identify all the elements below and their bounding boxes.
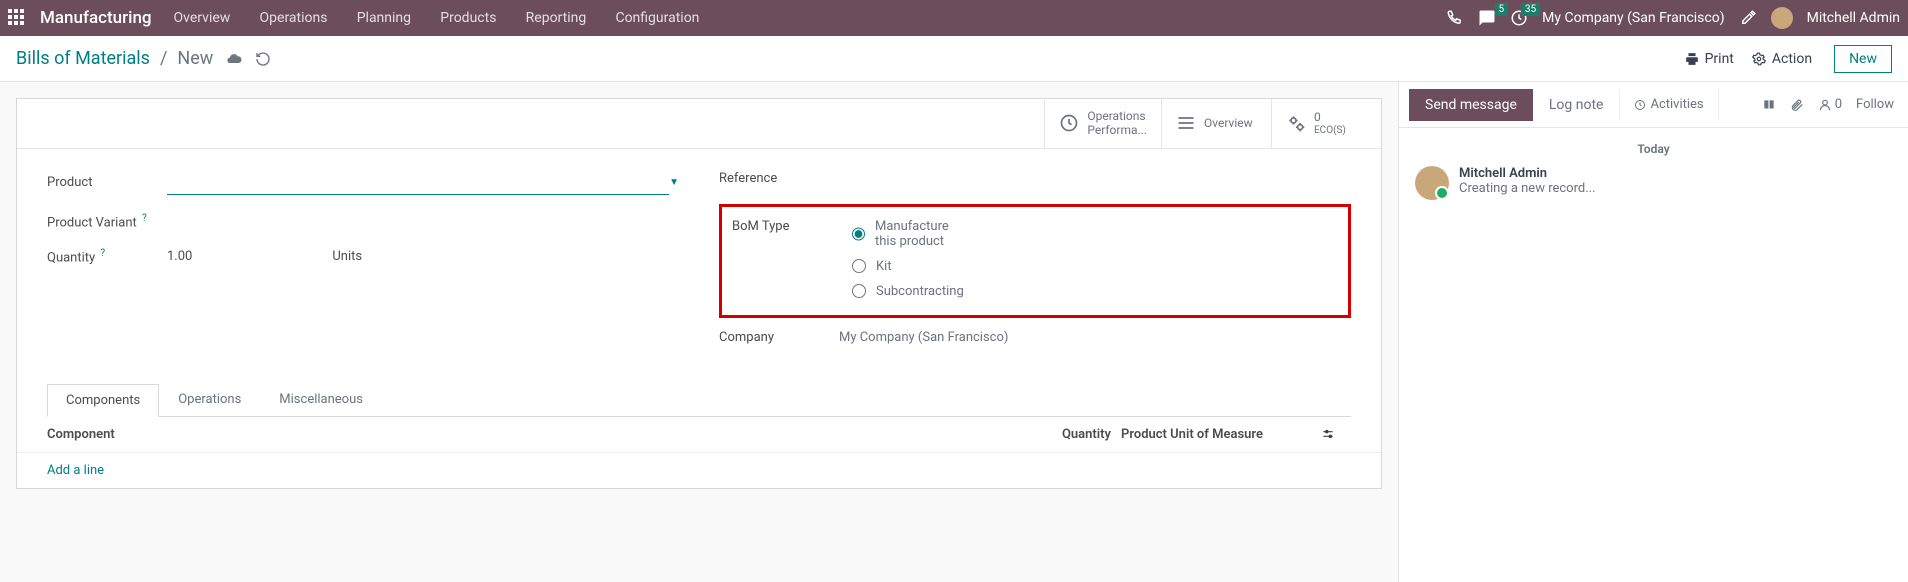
- apps-icon[interactable]: [8, 9, 26, 27]
- label-reference: Reference: [719, 171, 839, 186]
- add-line[interactable]: Add a line: [17, 453, 1381, 488]
- followers-count: 0: [1835, 97, 1842, 112]
- radio-subcontracting[interactable]: Subcontracting: [852, 284, 972, 299]
- components-table-head: Component Quantity Product Unit of Measu…: [17, 417, 1381, 453]
- form-card: Operations Performa... Overview 0: [16, 98, 1382, 489]
- label-company: Company: [719, 330, 839, 345]
- messages-badge: 5: [1495, 3, 1509, 16]
- stat-ecos-count: 0: [1314, 110, 1346, 124]
- app-name: Manufacturing: [40, 8, 152, 28]
- col-component: Component: [47, 427, 1041, 442]
- stat-ecos[interactable]: 0 ECO(S): [1271, 99, 1381, 148]
- follow-button[interactable]: Follow: [1856, 97, 1894, 112]
- radio-kit-input[interactable]: [852, 259, 866, 273]
- attachment-icon[interactable]: [1790, 98, 1804, 112]
- stat-operations-l1: Operations: [1087, 109, 1147, 123]
- nav-configuration[interactable]: Configuration: [615, 10, 699, 26]
- radio-subcontracting-input[interactable]: [852, 284, 866, 298]
- chatter-message: Mitchell Admin Creating a new record...: [1415, 166, 1892, 200]
- label-bom-type: BoM Type: [732, 213, 852, 234]
- crumb-root[interactable]: Bills of Materials: [16, 48, 150, 69]
- crumb-current: New: [177, 48, 213, 69]
- radio-subcontracting-label: Subcontracting: [876, 284, 964, 299]
- user-avatar[interactable]: [1771, 7, 1793, 29]
- action-label: Action: [1772, 51, 1812, 67]
- message-author: Mitchell Admin: [1459, 166, 1596, 181]
- activities-icon[interactable]: 35: [1510, 9, 1528, 27]
- print-label: Print: [1705, 51, 1734, 67]
- phone-icon[interactable]: [1446, 9, 1464, 27]
- nav-reporting[interactable]: Reporting: [526, 10, 587, 26]
- new-button[interactable]: New: [1834, 45, 1892, 73]
- optional-columns-icon[interactable]: [1321, 427, 1351, 441]
- followers-button[interactable]: 0: [1818, 97, 1842, 112]
- control-toolbar: Bills of Materials / New Print Action Ne…: [0, 36, 1908, 82]
- quantity-unit[interactable]: Units: [332, 249, 362, 264]
- user-name[interactable]: Mitchell Admin: [1807, 10, 1900, 26]
- top-navbar: Manufacturing Overview Operations Planni…: [0, 0, 1908, 36]
- activities-button[interactable]: Activities: [1619, 89, 1718, 120]
- tab-operations[interactable]: Operations: [159, 383, 260, 416]
- company-value[interactable]: My Company (San Francisco): [839, 330, 1008, 345]
- print-button[interactable]: Print: [1685, 51, 1734, 67]
- product-input[interactable]: [167, 171, 669, 195]
- book-icon[interactable]: [1762, 98, 1776, 112]
- bars-icon: [1176, 113, 1196, 133]
- discard-icon[interactable]: [255, 51, 271, 67]
- label-quantity: Quantity: [47, 250, 95, 265]
- crumb-separator: /: [160, 48, 167, 69]
- main-nav: Overview Operations Planning Products Re…: [174, 10, 726, 26]
- clock-icon: [1059, 113, 1079, 133]
- send-message-button[interactable]: Send message: [1409, 89, 1533, 121]
- tools-icon[interactable]: [1739, 9, 1757, 27]
- quantity-value[interactable]: 1.00: [167, 249, 192, 264]
- cloud-save-icon[interactable]: [225, 51, 243, 67]
- message-avatar: [1415, 166, 1449, 200]
- radio-manufacture-label: Manufacture this product: [875, 219, 972, 249]
- nav-planning[interactable]: Planning: [357, 10, 411, 26]
- radio-kit[interactable]: Kit: [852, 259, 972, 274]
- nav-overview[interactable]: Overview: [174, 10, 231, 26]
- log-note-button[interactable]: Log note: [1533, 89, 1620, 121]
- label-product: Product: [47, 175, 167, 190]
- tab-components[interactable]: Components: [47, 384, 159, 417]
- gears-icon: [1286, 113, 1306, 133]
- help-variant[interactable]: ?: [142, 213, 147, 224]
- tab-misc[interactable]: Miscellaneous: [260, 383, 382, 416]
- company-selector[interactable]: My Company (San Francisco): [1542, 10, 1724, 26]
- col-quantity: Quantity: [1041, 427, 1111, 442]
- nav-operations[interactable]: Operations: [260, 10, 328, 26]
- nav-products[interactable]: Products: [440, 10, 496, 26]
- radio-manufacture[interactable]: Manufacture this product: [852, 219, 972, 249]
- radio-manufacture-input[interactable]: [852, 227, 865, 241]
- col-uom: Product Unit of Measure: [1121, 427, 1321, 442]
- activities-badge: 35: [1521, 3, 1540, 16]
- chatter-date: Today: [1415, 142, 1892, 156]
- messages-icon[interactable]: 5: [1478, 9, 1496, 27]
- stat-operations-l2: Performa...: [1087, 123, 1147, 137]
- message-text: Creating a new record...: [1459, 181, 1596, 196]
- bom-type-highlight: BoM Type Manufacture this product: [719, 204, 1351, 318]
- activities-label: Activities: [1650, 97, 1703, 112]
- radio-kit-label: Kit: [876, 259, 892, 274]
- chatter-panel: Send message Log note Activities 0 Follo…: [1398, 82, 1908, 582]
- breadcrumb: Bills of Materials / New: [16, 48, 213, 69]
- form-tabs: Components Operations Miscellaneous: [17, 383, 1381, 416]
- label-variant: Product Variant: [47, 215, 137, 230]
- stat-overview-label: Overview: [1204, 116, 1253, 130]
- stat-ecos-label: ECO(S): [1314, 125, 1346, 137]
- chevron-down-icon[interactable]: ▼: [669, 177, 679, 188]
- action-button[interactable]: Action: [1752, 51, 1812, 67]
- stat-buttons: Operations Performa... Overview 0: [17, 99, 1381, 149]
- stat-overview[interactable]: Overview: [1161, 99, 1271, 148]
- stat-operations[interactable]: Operations Performa...: [1044, 99, 1161, 148]
- help-quantity[interactable]: ?: [100, 248, 105, 259]
